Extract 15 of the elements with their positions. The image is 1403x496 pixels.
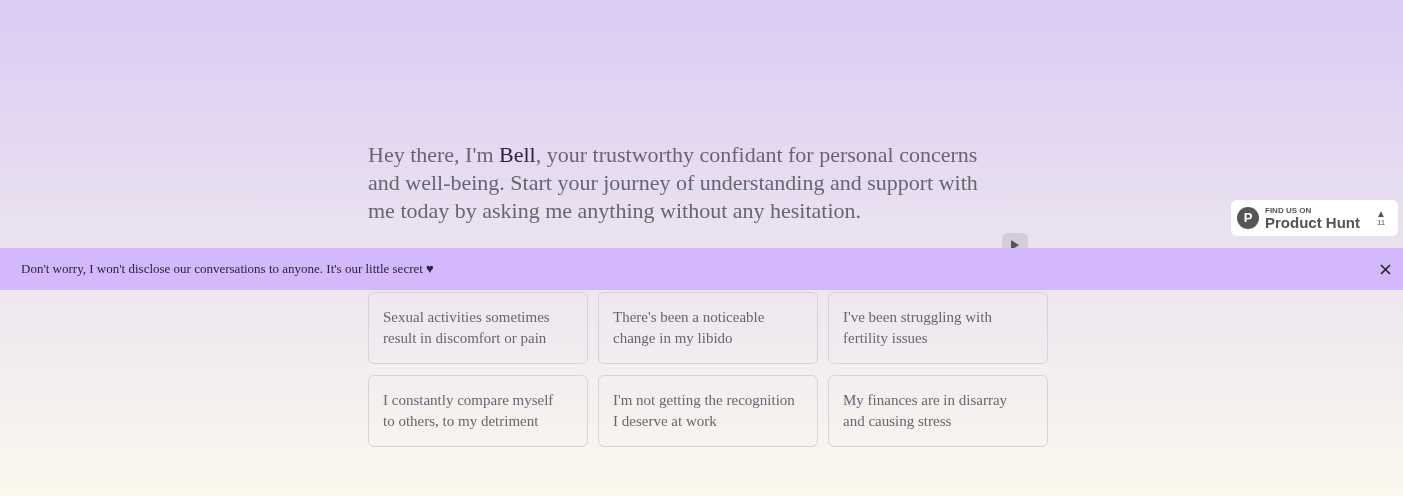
greeting-text: Hey there, I'm Bell, your trustworthy confidant for personal concerns and well-being. Start your journey of understanding and support with me today by asking me anything without any hesitation. [368,141,979,225]
suggestion-card[interactable]: I constantly compare myself to others, to my detriment [368,375,588,447]
upvote-count: 11 [1376,219,1386,227]
suggestion-card[interactable]: Sexual activities sometimes result in discomfort or pain [368,292,588,364]
suggestion-card[interactable]: There's been a noticeable change in my libido [598,292,818,364]
send-icon [1011,240,1019,250]
badge-title: Product Hunt [1265,214,1360,230]
suggestion-card[interactable]: I'm not getting the recognition I deserve at work [598,375,818,447]
badge-caption: FIND US ON [1265,206,1313,215]
logo-icon: P [1237,207,1259,229]
close-icon [1379,263,1391,275]
suggestion-card[interactable]: I've been struggling with fertility issues [828,292,1048,364]
notice-text: Don't worry, I won't disclose our conversations to anyone. It's our little secret ♥ [21,260,434,279]
suggestion-card[interactable]: My finances are in disarray and causing stress [828,375,1048,447]
upvote-icon: ▲ [1376,209,1386,219]
